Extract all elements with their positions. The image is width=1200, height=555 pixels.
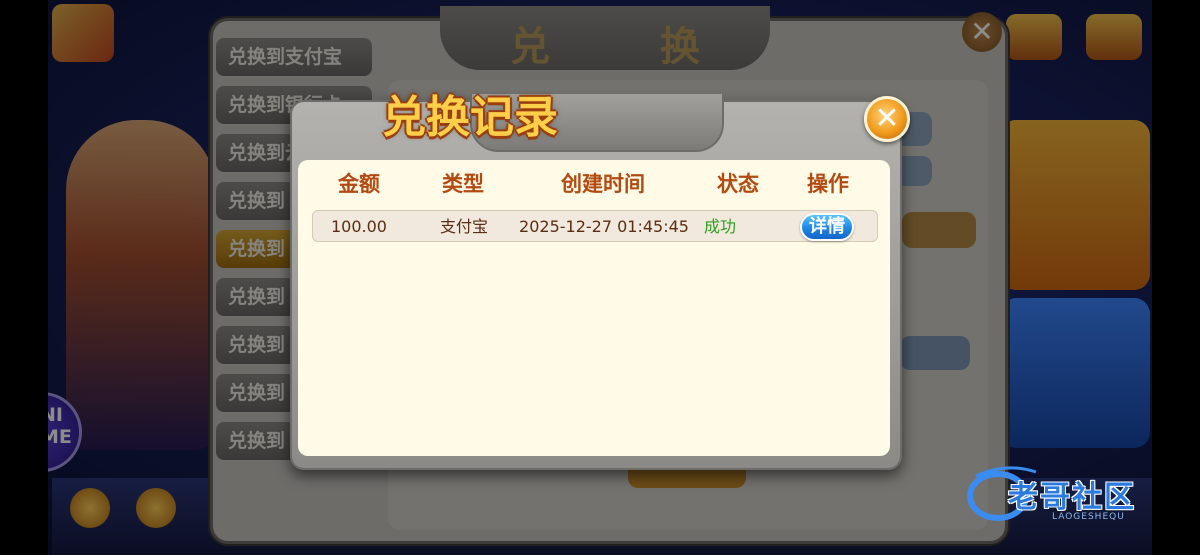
record-table xyxy=(298,160,890,456)
column-header-amount: 金额 xyxy=(338,172,380,196)
column-header-status: 状态 xyxy=(717,172,759,196)
game-screen: NI ME 兑 换 ✕ 兑换到支付宝 兑换到银行卡 兑换到云闪付 兑换到 兑换到 … xyxy=(0,0,1200,555)
column-header-action: 操作 xyxy=(807,172,849,196)
close-icon: ✕ xyxy=(874,101,900,136)
screen-edge-left xyxy=(0,0,48,555)
cell-type: 支付宝 xyxy=(439,217,488,236)
cell-created-time: 2025-12-27 01:45:45 xyxy=(519,217,689,236)
detail-button[interactable]: 详情 xyxy=(800,213,854,241)
close-button[interactable]: ✕ xyxy=(864,96,910,142)
watermark-subtitle: LAOGESHEQU xyxy=(1052,512,1125,522)
watermark-title: 老哥社区 xyxy=(1008,480,1136,515)
cell-status: 成功 xyxy=(703,217,736,236)
dialog-title: 兑换记录 xyxy=(382,92,558,143)
column-header-created: 创建时间 xyxy=(561,172,645,196)
screen-edge-right xyxy=(1152,0,1200,555)
column-header-type: 类型 xyxy=(442,172,484,196)
cell-amount: 100.00 xyxy=(331,217,387,236)
